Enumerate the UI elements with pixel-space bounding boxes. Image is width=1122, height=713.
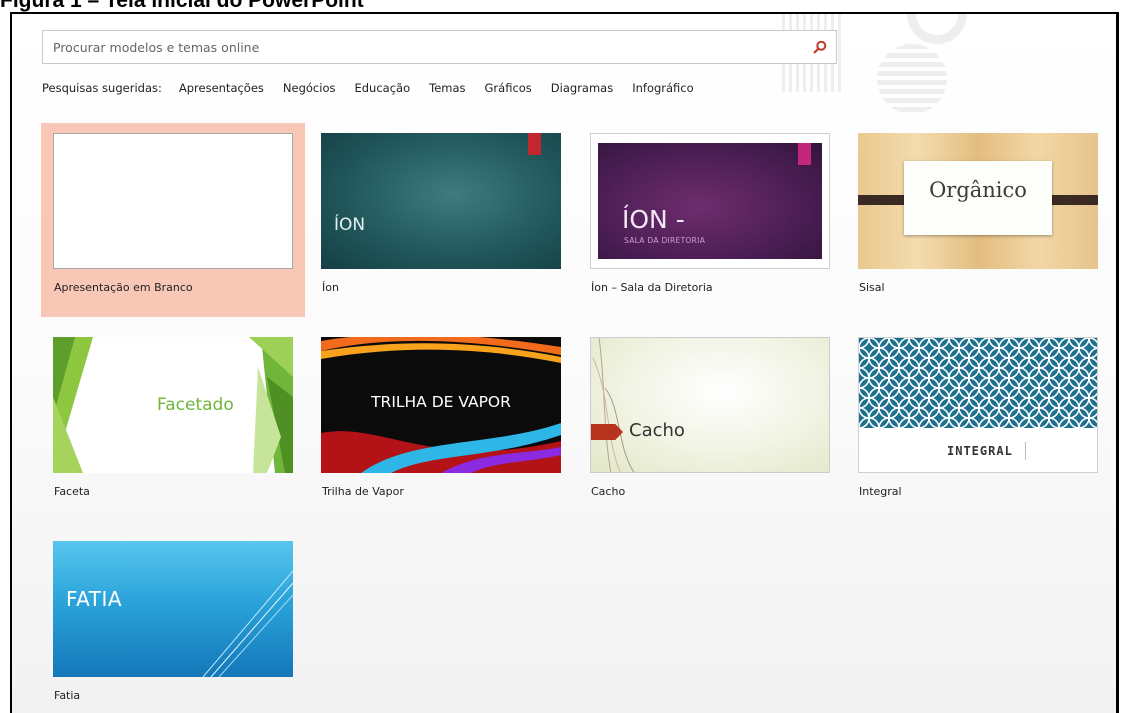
- template-thumbnail-sisal: Orgânico: [858, 133, 1098, 269]
- thumbnail-title: ÍON -: [622, 205, 685, 234]
- thumbnail-title: Facetado: [157, 395, 234, 415]
- template-thumbnail-ion: ÍON: [321, 133, 561, 269]
- template-tile-blank[interactable]: Apresentação em Branco: [41, 123, 305, 317]
- template-thumbnail-faceta: Facetado: [53, 337, 293, 473]
- template-label: Integral: [859, 485, 902, 498]
- background-watermark: [907, 14, 967, 44]
- search-button[interactable]: [808, 36, 832, 58]
- suggested-link-diagramas[interactable]: Diagramas: [551, 81, 613, 95]
- powerpoint-start-screen: Pesquisas sugeridas: Apresentações Negóc…: [10, 12, 1119, 713]
- template-label: Trilha de Vapor: [322, 485, 404, 498]
- template-tile-sisal[interactable]: Orgânico Sisal: [846, 123, 1110, 317]
- background-watermark: [877, 44, 947, 114]
- template-tile-integral[interactable]: INTEGRAL Integral: [846, 327, 1110, 521]
- thumbnail-title: Cacho: [629, 420, 685, 441]
- thumbnail-title: Orgânico: [929, 178, 1027, 202]
- template-label: Íon: [322, 281, 339, 294]
- template-label: Faceta: [54, 485, 90, 498]
- thumbnail-card: Orgânico: [904, 161, 1052, 235]
- thumbnail-title: ÍON: [334, 215, 366, 235]
- suggested-link-educacao[interactable]: Educação: [354, 81, 410, 95]
- thumbnail-title: TRILHA DE VAPOR: [371, 393, 511, 411]
- suggested-link-apresentacoes[interactable]: Apresentações: [179, 81, 264, 95]
- template-thumbnail-integral: INTEGRAL: [858, 337, 1098, 473]
- template-tile-fatia[interactable]: FATIA Fatia: [41, 531, 305, 713]
- thumbnail-title: INTEGRAL: [947, 444, 1013, 458]
- template-label: Fatia: [54, 689, 81, 702]
- thumbnail-title: FATIA: [66, 587, 123, 611]
- template-thumbnail-cacho: Cacho: [590, 337, 830, 473]
- template-tile-faceta[interactable]: Facetado Faceta: [41, 327, 305, 521]
- thumbnail-subtitle: SALA DA DIRETORIA: [624, 236, 706, 245]
- suggested-searches-label: Pesquisas sugeridas:: [42, 81, 162, 95]
- suggested-link-graficos[interactable]: Gráficos: [485, 81, 532, 95]
- template-thumbnail-ion-boardroom: ÍON - SALA DA DIRETORIA: [590, 133, 830, 269]
- template-label: Sisal: [859, 281, 885, 294]
- template-tile-trilha-de-vapor[interactable]: TRILHA DE VAPOR Trilha de Vapor: [309, 327, 573, 521]
- template-label: Apresentação em Branco: [54, 281, 193, 294]
- search-icon: [813, 40, 827, 54]
- template-thumbnail-trilha-de-vapor: TRILHA DE VAPOR: [321, 337, 561, 473]
- template-label: Cacho: [591, 485, 626, 498]
- template-thumbnail-fatia: FATIA: [53, 541, 293, 677]
- template-thumbnail-blank: [53, 133, 293, 269]
- ribbon-accent: [528, 133, 541, 155]
- template-tile-ion-boardroom[interactable]: ÍON - SALA DA DIRETORIA Íon – Sala da Di…: [578, 123, 842, 317]
- suggested-link-temas[interactable]: Temas: [429, 81, 465, 95]
- suggested-link-infografico[interactable]: Infográfico: [632, 81, 693, 95]
- template-tile-ion[interactable]: ÍON Íon: [309, 123, 573, 317]
- template-tile-cacho[interactable]: Cacho Cacho: [578, 327, 842, 521]
- thumbnail-divider: [1025, 442, 1026, 460]
- suggested-link-negocios[interactable]: Negócios: [283, 81, 336, 95]
- suggested-searches: Pesquisas sugeridas: Apresentações Negóc…: [42, 78, 713, 98]
- search-input[interactable]: [43, 31, 803, 63]
- thumbnail-slide: ÍON - SALA DA DIRETORIA: [598, 143, 822, 259]
- integral-pattern: [859, 338, 1097, 428]
- template-label: Íon – Sala da Diretoria: [591, 281, 713, 294]
- cacho-branches: [592, 338, 635, 472]
- ribbon-accent: [798, 143, 811, 165]
- search-box: [42, 30, 837, 64]
